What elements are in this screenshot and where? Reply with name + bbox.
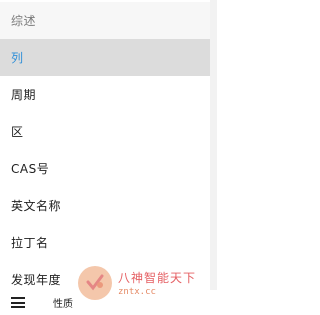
menu-item-group[interactable]: 列 — [0, 39, 210, 76]
watermark-subtitle: zntx.cc — [118, 287, 156, 297]
menu-item-cas-number[interactable]: CAS号 — [0, 150, 210, 187]
menu-item-label: CAS号 — [11, 162, 50, 176]
menu-item-label: 周期 — [11, 88, 37, 102]
menu-item-label: 发现年度 — [11, 273, 62, 287]
menu-item-label: 英文名称 — [11, 199, 62, 213]
menu-item-latin-name[interactable]: 拉丁名 — [0, 224, 210, 261]
menu-item-label: 拉丁名 — [11, 236, 49, 250]
bottom-bar-label: 性质 — [53, 299, 73, 310]
menu-item-english-name[interactable]: 英文名称 — [0, 187, 210, 224]
menu-item-block[interactable]: 区 — [0, 113, 210, 150]
hamburger-menu-icon[interactable] — [11, 297, 25, 308]
watermark-logo — [78, 266, 112, 300]
watermark-title: 八神智能天下 — [118, 271, 197, 285]
menu-item-period[interactable]: 周期 — [0, 76, 210, 113]
menu-item-label: 列 — [11, 51, 24, 65]
menu-item-overview[interactable]: 综述 — [0, 2, 210, 39]
menu-item-label: 区 — [11, 125, 24, 139]
watermark: 八神智能天下 zntx.cc — [78, 263, 217, 303]
menu-item-label: 综述 — [11, 14, 37, 28]
